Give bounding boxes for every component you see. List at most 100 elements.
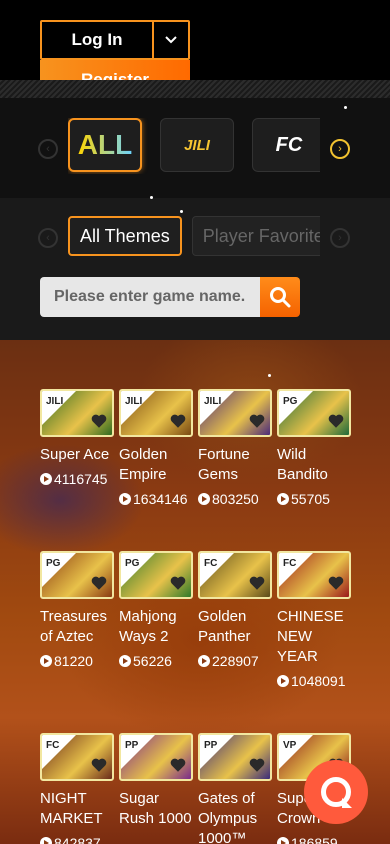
game-thumbnail[interactable]: PG xyxy=(119,551,193,599)
play-icon xyxy=(40,837,52,844)
provider-tab-fc[interactable]: FC xyxy=(252,118,320,172)
chevron-down-icon xyxy=(165,36,177,44)
provider-badge: PP xyxy=(200,735,234,769)
heart-icon[interactable] xyxy=(248,412,266,430)
game-card[interactable]: FC Golden Panther 228907 xyxy=(198,551,272,671)
play-icon xyxy=(119,655,131,667)
game-name[interactable]: Golden Empire xyxy=(119,445,193,485)
login-button[interactable]: Log In xyxy=(42,22,152,58)
play-icon xyxy=(40,655,52,667)
game-card[interactable]: JILI Golden Empire 1634146 xyxy=(119,389,193,509)
provider-badge: JILI xyxy=(121,391,155,425)
game-card[interactable]: FC NIGHT MARKET 842837 xyxy=(40,733,114,844)
game-name[interactable]: Golden Panther xyxy=(198,607,272,647)
provider-badge: VP xyxy=(279,735,313,769)
play-count: 1048091 xyxy=(277,671,351,691)
game-thumbnail[interactable]: PG xyxy=(277,389,351,437)
game-name[interactable]: NIGHT MARKET xyxy=(40,789,114,829)
play-count: 56226 xyxy=(119,651,193,671)
play-icon xyxy=(198,493,210,505)
play-count: 842837 xyxy=(40,833,114,844)
heart-icon[interactable] xyxy=(327,412,345,430)
provider-badge: PG xyxy=(121,553,155,587)
heart-icon[interactable] xyxy=(90,412,108,430)
provider-badge: PP xyxy=(121,735,155,769)
game-card[interactable]: PG Mahjong Ways 2 56226 xyxy=(119,551,193,671)
play-icon xyxy=(277,675,289,687)
theme-bar: ‹ All Themes Player Favorites › xyxy=(0,198,390,340)
provider-list: ALL JILI FC xyxy=(68,118,320,174)
provider-badge: PG xyxy=(279,391,313,425)
game-thumbnail[interactable]: PG xyxy=(40,551,114,599)
search-input[interactable] xyxy=(40,277,260,317)
heart-icon[interactable] xyxy=(169,574,187,592)
play-icon xyxy=(198,655,210,667)
play-icon xyxy=(40,473,52,485)
game-thumbnail[interactable]: JILI xyxy=(198,389,272,437)
theme-tab-all[interactable]: All Themes xyxy=(68,216,182,256)
chat-button[interactable] xyxy=(304,760,368,824)
provider-badge: JILI xyxy=(200,391,234,425)
provider-badge: FC xyxy=(279,553,313,587)
game-name[interactable]: Super Ace xyxy=(40,445,114,465)
game-name[interactable]: Fortune Gems xyxy=(198,445,272,485)
heart-icon[interactable] xyxy=(248,574,266,592)
search-icon xyxy=(270,287,291,308)
chat-icon xyxy=(321,777,351,807)
game-card[interactable]: PP Sugar Rush 1000 xyxy=(119,733,193,829)
play-icon xyxy=(277,837,289,844)
provider-tab-all[interactable]: ALL xyxy=(68,118,142,172)
login-dropdown-toggle[interactable] xyxy=(152,22,188,58)
game-thumbnail[interactable]: FC xyxy=(40,733,114,781)
search-button[interactable] xyxy=(260,277,300,317)
provider-prev-icon[interactable]: ‹ xyxy=(38,139,58,159)
divider-stripe xyxy=(0,80,390,98)
game-name[interactable]: Gates of Olympus 1000™ xyxy=(198,789,272,844)
theme-prev-icon[interactable]: ‹ xyxy=(38,228,58,248)
provider-next-icon[interactable]: › xyxy=(330,139,350,159)
game-name[interactable]: CHINESE NEW YEAR xyxy=(277,607,351,667)
theme-next-icon[interactable]: › xyxy=(330,228,350,248)
game-name[interactable]: Mahjong Ways 2 xyxy=(119,607,193,647)
game-card[interactable]: PG Wild Bandito 55705 xyxy=(277,389,351,509)
login-group: Log In xyxy=(40,20,190,60)
play-count: 186859 xyxy=(277,833,351,844)
game-card[interactable]: PG Treasures of Aztec 81220 xyxy=(40,551,114,671)
heart-icon[interactable] xyxy=(90,574,108,592)
play-icon xyxy=(277,493,289,505)
game-name[interactable]: Wild Bandito xyxy=(277,445,351,485)
game-card[interactable]: JILI Fortune Gems 803250 xyxy=(198,389,272,509)
play-count: 55705 xyxy=(277,489,351,509)
game-thumbnail[interactable]: PP xyxy=(198,733,272,781)
theme-list: All Themes Player Favorites xyxy=(68,216,320,258)
play-count: 803250 xyxy=(198,489,272,509)
provider-tab-jili[interactable]: JILI xyxy=(160,118,234,172)
provider-bar: ‹ ALL JILI FC › xyxy=(0,98,390,198)
heart-icon[interactable] xyxy=(169,412,187,430)
game-thumbnail[interactable]: FC xyxy=(277,551,351,599)
sparkle xyxy=(268,374,271,377)
game-thumbnail[interactable]: JILI xyxy=(40,389,114,437)
theme-tab-player-favorites[interactable]: Player Favorites xyxy=(191,216,320,256)
heart-icon[interactable] xyxy=(327,574,345,592)
game-card[interactable]: FC CHINESE NEW YEAR 1048091 xyxy=(277,551,351,691)
heart-icon[interactable] xyxy=(248,756,266,774)
game-name[interactable]: Sugar Rush 1000 xyxy=(119,789,193,829)
game-thumbnail[interactable]: JILI xyxy=(119,389,193,437)
heart-icon[interactable] xyxy=(169,756,187,774)
play-icon xyxy=(119,493,131,505)
heart-icon[interactable] xyxy=(90,756,108,774)
game-card[interactable]: PP Gates of Olympus 1000™ xyxy=(198,733,272,844)
provider-badge: JILI xyxy=(42,391,76,425)
game-card[interactable]: JILI Super Ace 4116745 xyxy=(40,389,114,489)
game-name[interactable]: Treasures of Aztec xyxy=(40,607,114,647)
provider-badge: PG xyxy=(42,553,76,587)
sparkle xyxy=(150,196,153,199)
sparkle xyxy=(180,210,183,213)
game-thumbnail[interactable]: FC xyxy=(198,551,272,599)
provider-badge: FC xyxy=(200,553,234,587)
search-bar xyxy=(40,277,300,317)
play-count: 81220 xyxy=(40,651,114,671)
provider-badge: FC xyxy=(42,735,76,769)
game-thumbnail[interactable]: PP xyxy=(119,733,193,781)
